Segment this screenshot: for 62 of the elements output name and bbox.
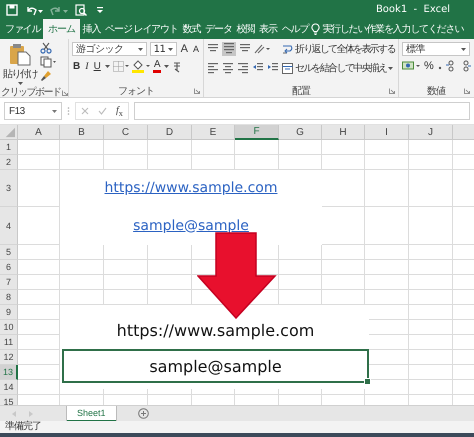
column-header[interactable]: I	[365, 125, 409, 140]
row-header[interactable]: 13	[0, 365, 18, 380]
name-box[interactable]: F13	[4, 102, 62, 120]
row-header[interactable]: 3	[0, 170, 18, 207]
ribbon-tab[interactable]: ヘルプ	[280, 19, 310, 39]
grow-font-button[interactable]: A	[180, 43, 189, 55]
group-label: フォント	[118, 84, 154, 97]
ribbon-tab[interactable]: 数式	[180, 19, 202, 39]
group-label: 数値	[427, 84, 445, 97]
column-header[interactable]: A	[18, 125, 60, 140]
hyperlink[interactable]: https://www.sample.com	[104, 180, 278, 196]
column-header[interactable]: G	[279, 125, 322, 140]
percent-button[interactable]: %	[423, 60, 435, 72]
insert-function-button[interactable]: f$_{x}$	[116, 104, 123, 118]
ribbon-tab[interactable]: 校閲	[234, 19, 256, 39]
cell-text: https://www.sample.com	[116, 320, 314, 340]
group-label: クリップボード	[1, 86, 60, 97]
row-header[interactable]: 12	[0, 350, 18, 365]
italic-button[interactable]: I	[84, 60, 90, 72]
row-header[interactable]: 1	[0, 140, 18, 155]
font-size-field[interactable]: 11	[150, 42, 177, 56]
sheet-tab[interactable]: Sheet1	[67, 406, 116, 422]
column-header[interactable]: F	[235, 125, 279, 140]
ribbon-tab[interactable]: ホーム	[43, 19, 80, 39]
row-header[interactable]: 5	[0, 245, 18, 260]
ribbon-tab[interactable]: 挿入	[80, 19, 102, 39]
row-header[interactable]: 10	[0, 320, 18, 335]
row-header[interactable]: 2	[0, 155, 18, 170]
font-name-field[interactable]: 游ゴシック	[72, 42, 147, 56]
row-header[interactable]: 8	[0, 290, 18, 305]
cell-text: sample@sample	[149, 356, 282, 376]
column-header[interactable]: C	[104, 125, 148, 140]
merged-cell[interactable]: https://www.sample.com	[60, 170, 322, 207]
column-header[interactable]: B	[60, 125, 104, 140]
merge-center-button[interactable]: セルを結合して中央揃え	[282, 61, 395, 75]
row-header[interactable]: 6	[0, 260, 18, 275]
window-title: Book1 - Excel	[376, 4, 450, 15]
ribbon-tab[interactable]: ファイル	[3, 19, 42, 39]
number-format-field[interactable]: 標準	[402, 42, 470, 56]
column-header[interactable]: J	[409, 125, 453, 140]
bold-button[interactable]: B	[72, 60, 82, 72]
row-header[interactable]: 11	[0, 335, 18, 350]
wrap-text-button[interactable]: 折り返して全体を表示する	[282, 42, 395, 56]
row-header[interactable]: 14	[0, 380, 18, 395]
group-label: 配置	[292, 84, 310, 97]
row-header[interactable]: 4	[0, 207, 18, 245]
column-header[interactable]: D	[148, 125, 192, 140]
underline-button[interactable]: U	[92, 60, 102, 72]
status-text: 準備完了	[5, 421, 41, 433]
row-header[interactable]: 9	[0, 305, 18, 320]
ribbon-tab[interactable]: データ	[203, 19, 234, 39]
merged-cell[interactable]: sample@sample	[60, 207, 322, 245]
row-header[interactable]: 15	[0, 395, 18, 405]
column-header[interactable]: H	[322, 125, 365, 140]
paste-button[interactable]: 貼り付け	[3, 42, 37, 85]
column-header[interactable]: E	[192, 125, 235, 140]
ribbon-tab[interactable]: 表示	[257, 19, 279, 39]
shrink-font-button[interactable]: A	[192, 43, 200, 55]
row-header[interactable]: 7	[0, 275, 18, 290]
hyperlink[interactable]: sample@sample	[133, 218, 249, 234]
ribbon-tab[interactable]: ページ レイアウト	[103, 19, 180, 39]
font-color-button[interactable]: A	[152, 60, 162, 73]
